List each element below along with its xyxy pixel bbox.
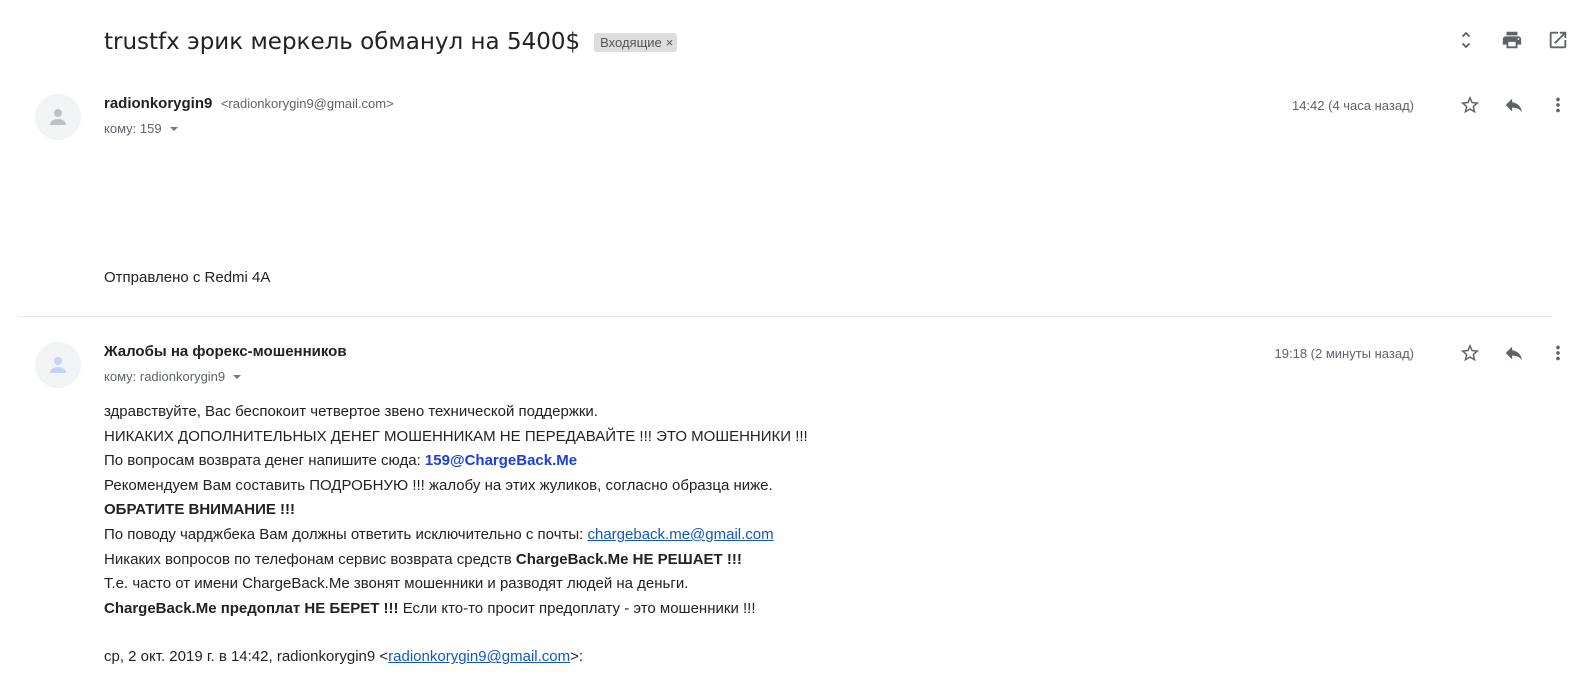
body-line: Отправлено с Redmi 4A (104, 269, 271, 286)
bold-text: ChargeBack.Me НЕ РЕШАЕТ !!! (515, 550, 742, 568)
chevron-down-icon[interactable] (233, 374, 242, 379)
reply-icon[interactable] (1502, 341, 1526, 365)
body-line: ChargeBack.Me предоплат НЕ БЕРЕТ !!! Есл… (104, 597, 808, 622)
chevron-down-icon[interactable] (169, 126, 178, 131)
recipients-text: кому: 159 (104, 121, 162, 136)
person-icon (50, 109, 66, 125)
email-subject: trustfx эрик меркель обманул на 5400$ (104, 29, 581, 55)
message-body: здравствуйте, Вас беспокоит четвертое зв… (104, 400, 808, 670)
support-email: 159@ChargeBack.Me (424, 452, 578, 470)
body-line: Никаких вопросов по телефонам сервис воз… (104, 548, 808, 573)
sender-avatar (35, 94, 81, 140)
message-meta: 14:42 (4 часа назад) (1292, 93, 1570, 117)
open-in-new-window-icon[interactable] (1546, 28, 1570, 52)
message-time: 19:18 (2 минуты назад) (1274, 345, 1414, 361)
more-vert-icon[interactable] (1546, 93, 1570, 117)
body-line: здравствуйте, Вас беспокоит четвертое зв… (104, 403, 598, 420)
body-line: Рекомендуем Вам составить ПОДРОБНУЮ !!! … (104, 476, 773, 494)
label-name: Входящие (600, 34, 662, 50)
body-line: По поводу чарджбека Вам должны ответить … (104, 523, 808, 548)
body-text: По поводу чарджбека Вам должны ответить … (104, 525, 588, 543)
inbox-label-chip[interactable]: Входящие × (594, 32, 678, 52)
body-line: Т.е. часто от имени ChargeBack.Me звонят… (104, 575, 689, 593)
body-text: По вопросам возврата денег напишите сюда… (104, 452, 425, 470)
star-icon[interactable] (1458, 341, 1482, 365)
message-body: Отправлено с Redmi 4A (104, 266, 270, 291)
recipients-line[interactable]: кому: radionkorygin9 (104, 369, 347, 384)
body-text: Если кто-то просит предоплату - это моше… (398, 599, 756, 617)
expand-collapse-icon[interactable] (1454, 28, 1478, 52)
quote-email-link[interactable]: radionkorygin9@gmail.com (388, 648, 570, 665)
thread-actions (1454, 28, 1570, 52)
sender-email: <radionkorygin9@gmail.com> (220, 96, 394, 111)
message-header: Жалобы на форекс-мошенников кому: radion… (104, 343, 347, 384)
star-icon[interactable] (1458, 93, 1482, 117)
more-vert-icon[interactable] (1546, 341, 1570, 365)
body-line: ОБРАТИТЕ ВНИМАНИЕ !!! (104, 501, 296, 519)
message-header: radionkorygin9 <radionkorygin9@gmail.com… (104, 95, 394, 136)
quote-text: ср, 2 окт. 2019 г. в 14:42, radionkorygi… (104, 648, 389, 666)
body-line: По вопросам возврата денег напишите сюда… (104, 449, 808, 474)
print-icon[interactable] (1500, 28, 1524, 52)
quote-header: ср, 2 окт. 2019 г. в 14:42, radionkorygi… (104, 645, 808, 670)
chargeback-email-link[interactable]: chargeback.me@gmail.com (588, 526, 774, 543)
message-meta: 19:18 (2 минуты назад) (1275, 341, 1570, 365)
sender-avatar (35, 342, 81, 388)
sender-name[interactable]: radionkorygin9 (104, 95, 212, 112)
message-divider (18, 316, 1552, 317)
body-text: Никаких вопросов по телефонам сервис воз… (104, 550, 516, 568)
person-icon (50, 357, 66, 373)
remove-label-icon[interactable]: × (666, 35, 674, 50)
quote-text: >: (570, 648, 584, 666)
body-line: НИКАКИХ ДОПОЛНИТЕЛЬНЫХ ДЕНЕГ МОШЕННИКАМ … (104, 427, 808, 445)
reply-icon[interactable] (1502, 93, 1526, 117)
recipients-text: кому: radionkorygin9 (104, 369, 226, 384)
bold-text: ChargeBack.Me предоплат НЕ БЕРЕТ !!! (104, 599, 399, 617)
subject-row: trustfx эрик меркель обманул на 5400$ Вх… (104, 24, 678, 60)
message-time: 14:42 (4 часа назад) (1291, 97, 1414, 113)
sender-name[interactable]: Жалобы на форекс-мошенников (104, 343, 347, 360)
recipients-line[interactable]: кому: 159 (104, 121, 394, 136)
